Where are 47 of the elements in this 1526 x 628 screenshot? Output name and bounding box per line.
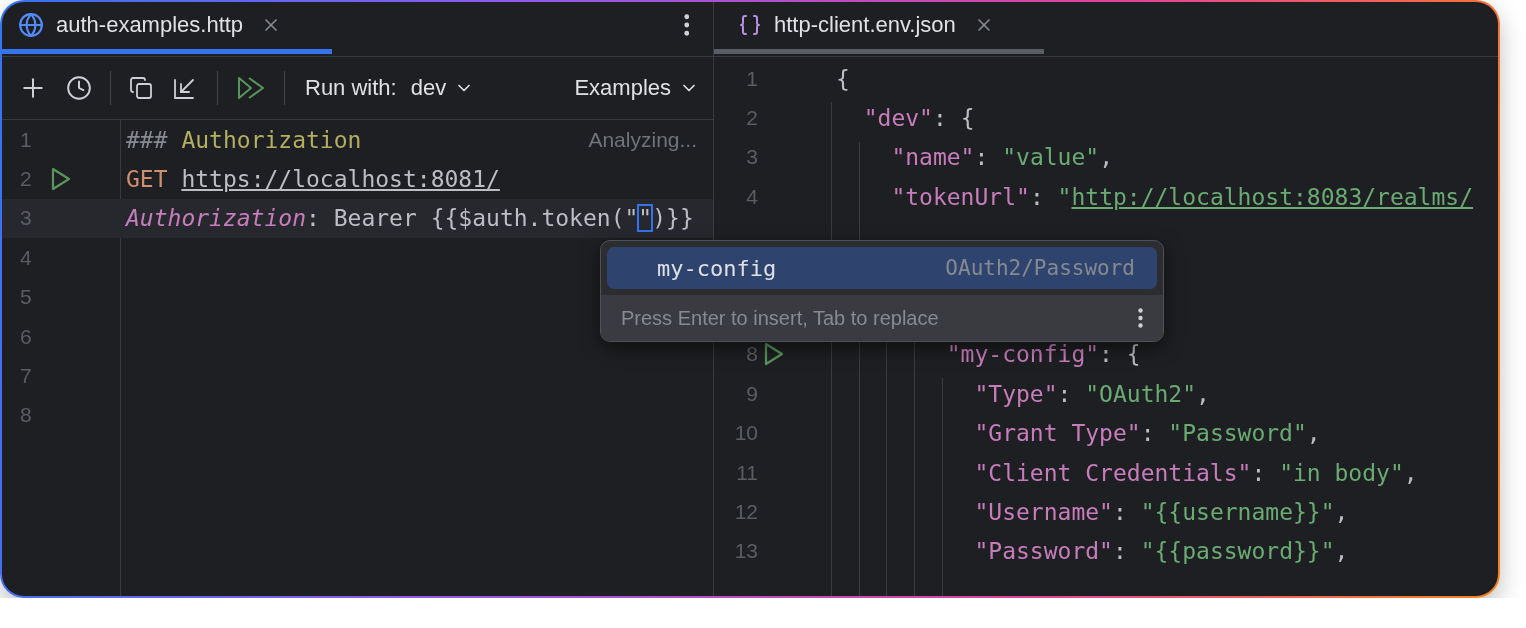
line-number: 9 (745, 381, 758, 406)
code-line: ### Authorization (126, 126, 362, 153)
line-number: 2 (19, 167, 33, 192)
run-all-icon (236, 75, 266, 101)
line-number: 4 (745, 184, 758, 209)
code-line: Authorization: Bearer {{$auth.token("")}} (126, 205, 694, 232)
line-number: 1 (19, 127, 33, 152)
line-number: 5 (19, 285, 33, 310)
code-line: "my-config": { (945, 341, 1141, 368)
code-line: "Username": "{{username}}", (973, 499, 1349, 526)
line-number: 7 (19, 364, 33, 389)
code-line: { (836, 65, 850, 92)
line-number: 2 (745, 106, 758, 131)
line-number: 8 (19, 403, 33, 428)
line-number: 6 (19, 324, 33, 349)
line-number: 12 (733, 500, 758, 525)
run-icon[interactable] (50, 167, 72, 192)
hint-text: Press Enter to insert, Tab to replace (621, 306, 939, 330)
line-number: 8 (745, 342, 758, 367)
code-line: "tokenUrl": "http://localhost:8083/realms/ (890, 183, 1473, 210)
run-icon[interactable] (763, 342, 785, 367)
more-icon (1138, 308, 1143, 328)
completion-item[interactable]: my-config OAuth2/Password (607, 247, 1157, 289)
globe-icon (18, 12, 44, 38)
clock-icon (66, 75, 92, 101)
status-text: Analyzing... (588, 127, 697, 152)
code-line: "Client Credentials": "in body", (973, 459, 1418, 486)
editor-tab[interactable]: auth-examples.http (2, 2, 332, 54)
more-icon (683, 14, 689, 36)
code-line: "Password": "{{password}}", (973, 538, 1349, 565)
braces-icon (738, 13, 762, 37)
line-number: 11 (735, 460, 758, 485)
code-line: GET https://localhost:8081/ (126, 166, 500, 193)
line-number: 3 (745, 145, 758, 170)
code-line: "dev": { (862, 105, 975, 132)
code-line: "Grant Type": "Password", (973, 420, 1321, 447)
examples-dropdown[interactable]: Examples (570, 73, 703, 103)
line-number: 1 (745, 66, 758, 91)
line-number: 4 (19, 245, 33, 270)
environment-dropdown[interactable]: dev (406, 73, 479, 103)
line-number: 10 (733, 421, 758, 446)
line-number: 13 (733, 539, 758, 564)
copy-icon (129, 76, 153, 100)
code-line: "Type": "OAuth2", (973, 380, 1210, 407)
run-with-label: Run with: (305, 75, 397, 101)
code-line: "name": "value", (890, 144, 1113, 171)
editor-tab[interactable]: http-client.env.json (714, 2, 1044, 54)
